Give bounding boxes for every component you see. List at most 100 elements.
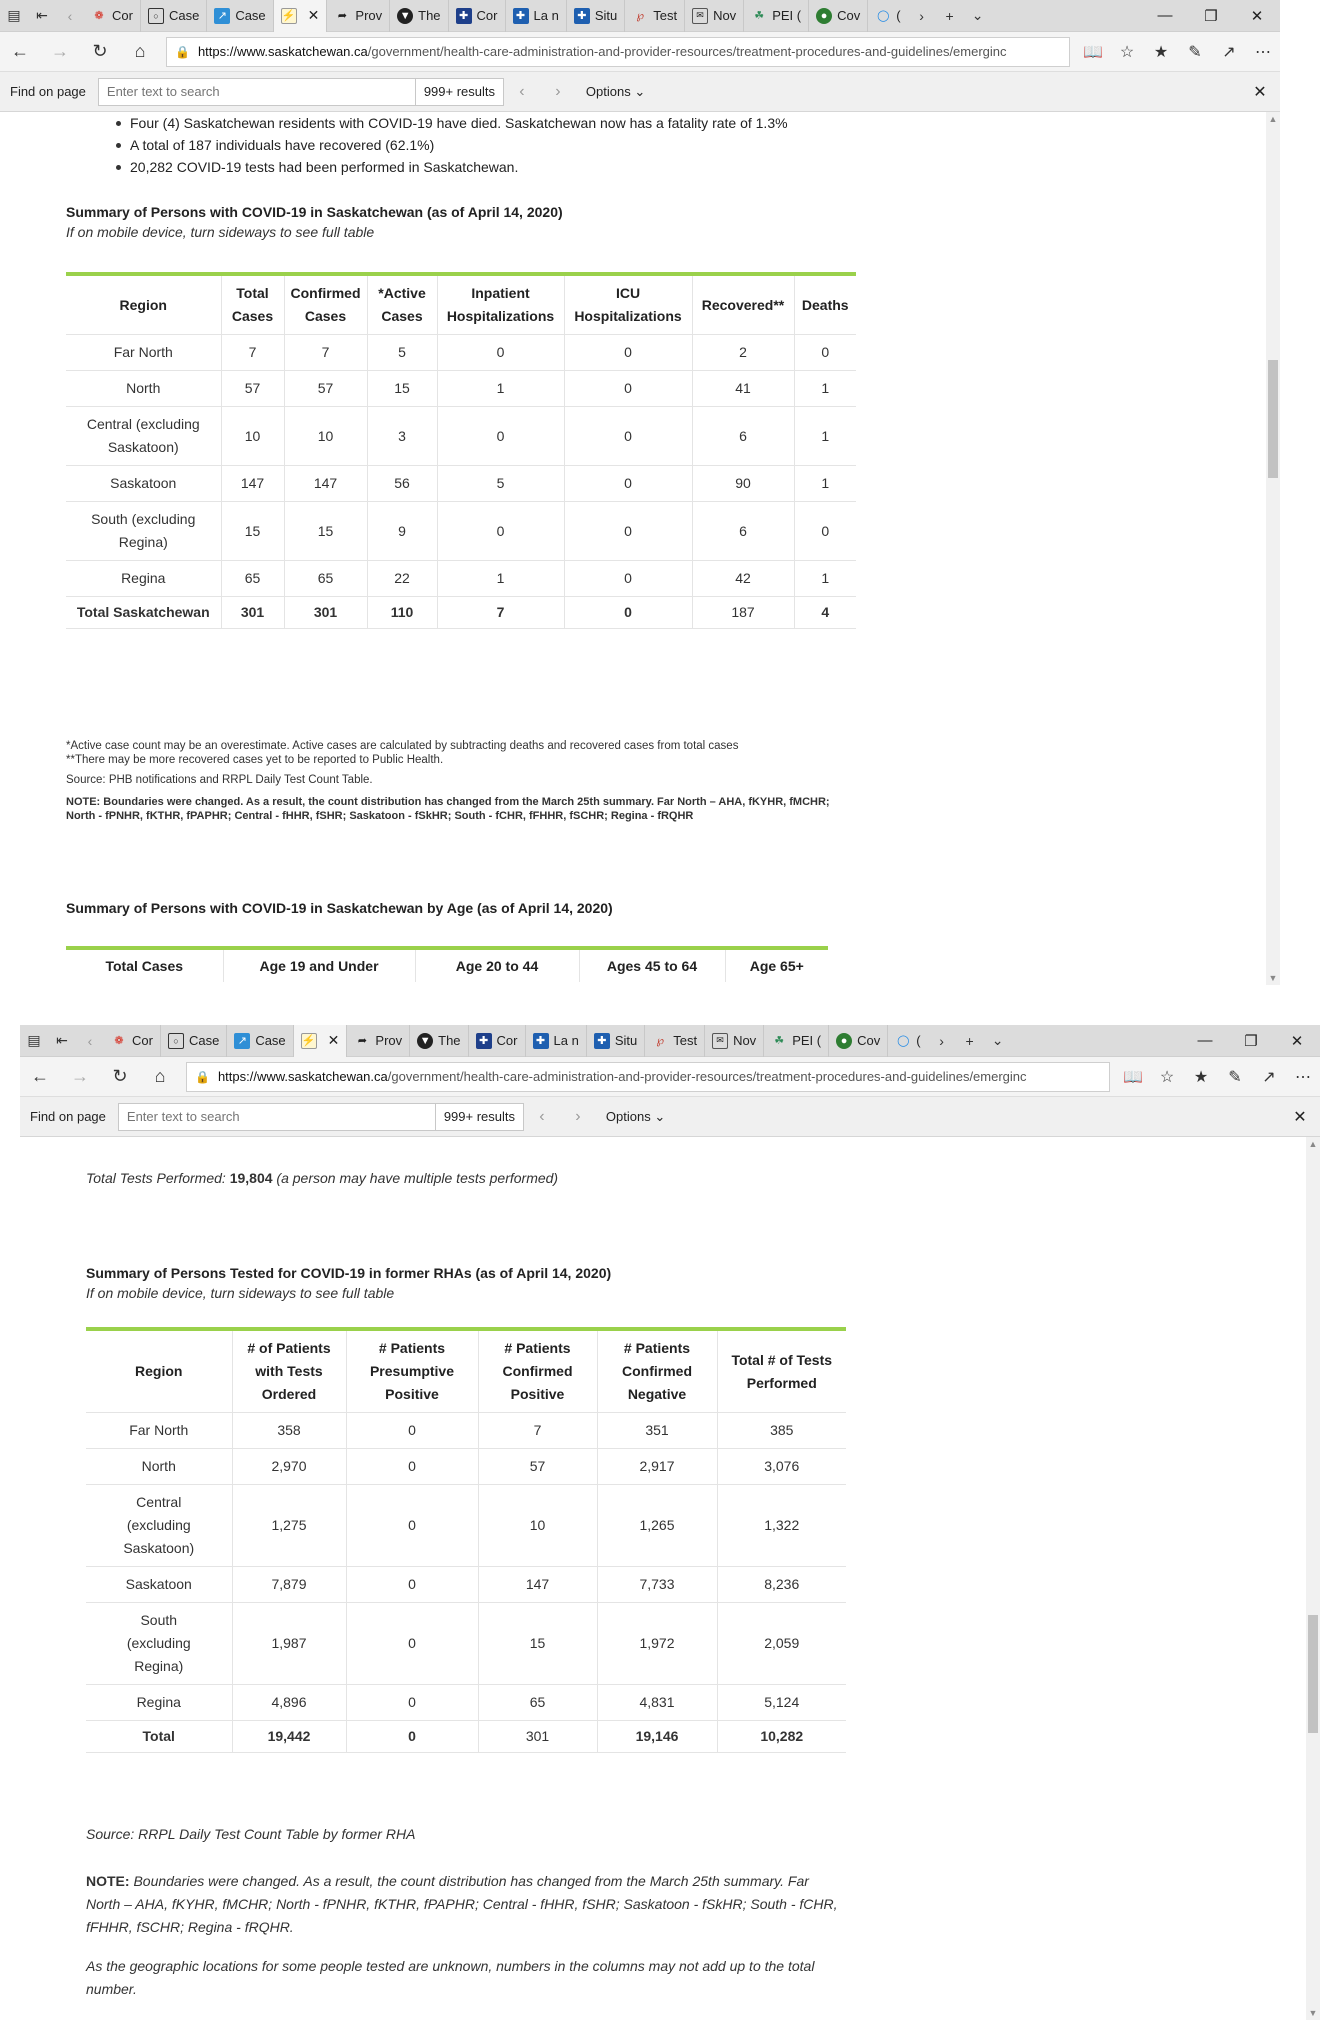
browser-tab[interactable]: ◯(	[888, 1025, 927, 1057]
tab-actions-icon[interactable]: ▤	[20, 1025, 48, 1057]
browser-tab[interactable]: ▼ The	[390, 0, 449, 32]
tab-list-chevron-icon[interactable]: ⌄	[964, 0, 992, 32]
browser-tab[interactable]: ✚ La n	[506, 0, 567, 32]
browser-tab[interactable]: ↗ Case	[227, 1025, 294, 1057]
browser-tab[interactable]: ✚ Cor	[449, 0, 506, 32]
forward-icon[interactable]: →	[60, 1057, 100, 1097]
url-field[interactable]: 🔒 https://www.saskatchewan.ca/government…	[186, 1061, 1110, 1092]
browser-tab[interactable]: ❁ Cor	[84, 0, 141, 32]
find-next-icon[interactable]: ›	[560, 1108, 596, 1126]
browser-tab-active[interactable]: ⚡ ✕	[293, 1025, 348, 1057]
refresh-icon[interactable]: ↻	[100, 1057, 140, 1097]
table-row: Central (excluding Saskatoon) 1,275 0 10 1,2…	[86, 1484, 846, 1567]
maple-leaf-icon: ❁	[114, 1035, 124, 1047]
page-scrollbar[interactable]: ▲ ▼	[1266, 112, 1280, 985]
browser-tab[interactable]: ❁ Cor	[104, 1025, 161, 1057]
scrollbar-thumb[interactable]	[1308, 1615, 1318, 1733]
find-close-icon[interactable]: ✕	[1240, 82, 1280, 102]
back-icon[interactable]: ←	[0, 32, 40, 72]
browser-tab[interactable]: ○ Case	[141, 0, 208, 32]
share-icon[interactable]: ↗	[1252, 1062, 1286, 1092]
shield-icon: ▼	[397, 7, 414, 24]
browser-tab[interactable]: ● Cov	[829, 1025, 889, 1057]
tab-scroll-right-icon[interactable]: ›	[908, 0, 936, 32]
table-cell: 0	[346, 1602, 479, 1685]
reading-view-icon[interactable]: 📖	[1116, 1062, 1150, 1092]
restore-icon[interactable]: ❐	[1228, 1025, 1274, 1057]
tab-list-chevron-icon[interactable]: ⌄	[984, 1025, 1012, 1057]
browser-tab[interactable]: ◯(	[868, 0, 907, 32]
scroll-up-icon[interactable]: ▲	[1266, 112, 1280, 126]
tab-bar: ▤ ⇤ ‹ ❁ Cor ○ Case ↗ Case ⚡ ✕ ➦ Prov ▼ The ✚ Co…	[20, 1025, 1320, 1057]
find-input[interactable]	[97, 77, 416, 106]
page-scrollbar[interactable]: ▲ ▼	[1306, 1137, 1320, 2020]
table-cell: 15	[221, 501, 285, 561]
favorites-hub-icon[interactable]: ★	[1144, 37, 1178, 67]
favorite-star-icon[interactable]: ☆	[1110, 37, 1144, 67]
refresh-icon[interactable]: ↻	[80, 32, 120, 72]
find-options-dropdown[interactable]: Options ⌄	[596, 1109, 665, 1125]
find-close-icon[interactable]: ✕	[1280, 1107, 1320, 1127]
scrollbar-thumb[interactable]	[1268, 360, 1278, 478]
browser-tab[interactable]: ℘ Test	[625, 0, 686, 32]
browser-tab[interactable]: ▼ The	[410, 1025, 469, 1057]
tab-scroll-left-icon[interactable]: ‹	[76, 1025, 104, 1057]
total-tests-value: 19,804	[229, 1170, 273, 1186]
close-window-icon[interactable]: ✕	[1234, 0, 1280, 32]
browser-tab[interactable]: ○ Case	[161, 1025, 228, 1057]
browser-tab[interactable]: ✚ Cor	[469, 1025, 526, 1057]
url-field[interactable]: 🔒 https://www.saskatchewan.ca/government…	[166, 36, 1070, 67]
home-icon[interactable]: ⌂	[140, 1057, 180, 1097]
forward-icon[interactable]: →	[40, 32, 80, 72]
find-next-icon[interactable]: ›	[540, 83, 576, 101]
browser-tab[interactable]: ➦ Prov	[327, 0, 391, 32]
list-item: Four (4) Saskatchewan residents with COV…	[116, 112, 788, 134]
minimize-icon[interactable]: —	[1182, 1025, 1228, 1057]
reading-view-icon[interactable]: 📖	[1076, 37, 1110, 67]
pen-icon[interactable]: ✎	[1218, 1062, 1252, 1092]
browser-tab[interactable]: ✚ Situ	[587, 1025, 646, 1057]
close-tab-icon[interactable]: ✕	[328, 1032, 340, 1049]
more-menu-icon[interactable]: ⋯	[1246, 37, 1280, 67]
new-tab-icon[interactable]: +	[936, 0, 964, 32]
browser-tab[interactable]: ✉ Nov	[685, 0, 745, 32]
browser-tab[interactable]: ℘ Test	[645, 1025, 706, 1057]
home-icon[interactable]: ⌂	[120, 32, 160, 72]
find-previous-icon[interactable]: ‹	[504, 83, 540, 101]
scroll-down-icon[interactable]: ▼	[1266, 971, 1280, 985]
pen-icon[interactable]: ✎	[1178, 37, 1212, 67]
new-tab-icon[interactable]: +	[956, 1025, 984, 1057]
share-icon[interactable]: ↗	[1212, 37, 1246, 67]
restore-icon[interactable]: ❐	[1188, 0, 1234, 32]
browser-tab[interactable]: ● Cov	[809, 0, 869, 32]
column-header: ICU Hospitalizations	[564, 274, 693, 335]
tab-scroll-right-icon[interactable]: ›	[928, 1025, 956, 1057]
close-window-icon[interactable]: ✕	[1274, 1025, 1320, 1057]
close-tab-icon[interactable]: ✕	[308, 7, 320, 24]
minimize-icon[interactable]: —	[1142, 0, 1188, 32]
browser-tab[interactable]: ☘ PEI (	[744, 0, 810, 32]
back-icon[interactable]: ←	[20, 1057, 60, 1097]
favorite-star-icon[interactable]: ☆	[1150, 1062, 1184, 1092]
browser-tab[interactable]: ↗ Case	[207, 0, 274, 32]
favorites-hub-icon[interactable]: ★	[1184, 1062, 1218, 1092]
browser-tab-active[interactable]: ⚡ ✕	[273, 0, 328, 32]
find-options-dropdown[interactable]: Options ⌄	[576, 84, 645, 100]
browser-tab[interactable]: ✉ Nov	[705, 1025, 765, 1057]
browser-tab[interactable]: ✚ Situ	[567, 0, 626, 32]
find-previous-icon[interactable]: ‹	[524, 1108, 560, 1126]
set-aside-tabs-icon[interactable]: ⇤	[48, 1025, 76, 1057]
tab-scroll-left-icon[interactable]: ‹	[56, 0, 84, 32]
find-input[interactable]	[117, 1102, 436, 1131]
set-aside-tabs-icon[interactable]: ⇤	[28, 0, 56, 32]
tab-actions-icon[interactable]: ▤	[0, 0, 28, 32]
browser-tab[interactable]: ➦ Prov	[347, 1025, 411, 1057]
browser-tab[interactable]: ✚ La n	[526, 1025, 587, 1057]
scroll-up-icon[interactable]: ▲	[1306, 1137, 1320, 1151]
more-menu-icon[interactable]: ⋯	[1286, 1062, 1320, 1092]
table-cell: 0	[564, 560, 693, 597]
column-header: Region	[86, 1329, 233, 1413]
cbc-icon: ○	[167, 1032, 184, 1049]
browser-tab[interactable]: ☘ PEI (	[764, 1025, 830, 1057]
scroll-down-icon[interactable]: ▼	[1306, 2006, 1320, 2020]
